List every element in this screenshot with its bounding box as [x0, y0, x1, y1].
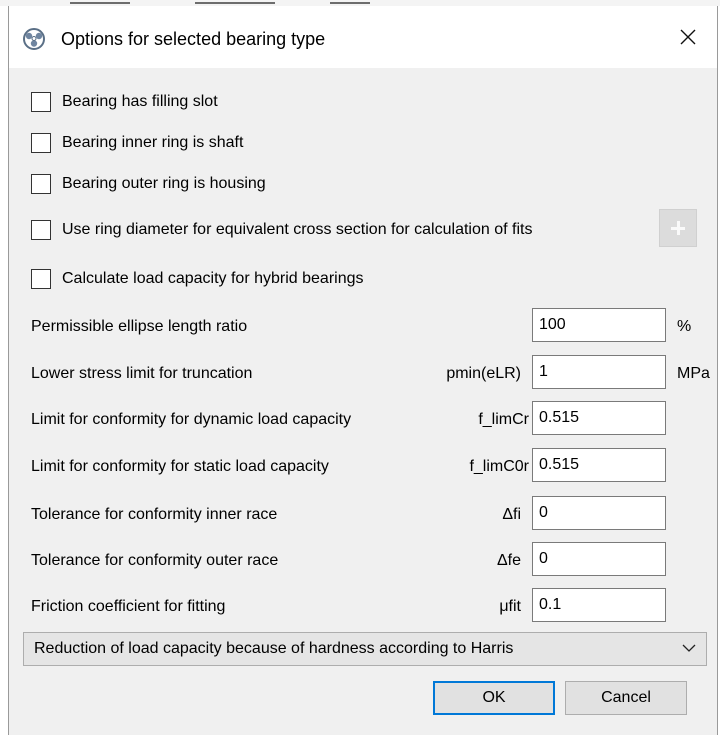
checkbox-label: Use ring diameter for equivalent cross s… — [62, 221, 533, 238]
conformity-static-input[interactable]: 0.515 — [532, 448, 666, 482]
conformity-dynamic-input[interactable]: 0.515 — [532, 401, 666, 435]
friction-input[interactable]: 0.1 — [532, 588, 666, 622]
checkbox-outer-ring-housing[interactable]: Bearing outer ring is housing — [31, 174, 266, 194]
background-decoration — [330, 2, 370, 4]
symbol-delta-fi: Δfi — [502, 506, 521, 523]
symbol-f-limc0r: f_limC0r — [469, 458, 529, 475]
symbol-mu-fit: μfit — [499, 598, 521, 615]
background-decoration — [70, 2, 130, 4]
cancel-button[interactable]: Cancel — [565, 681, 687, 715]
checkbox-label: Bearing outer ring is housing — [62, 175, 266, 192]
checkbox-label: Bearing inner ring is shaft — [62, 134, 244, 151]
symbol-f-limcr: f_limCr — [478, 411, 529, 428]
dropdown-selected-value: Reduction of load capacity because of ha… — [34, 640, 514, 657]
symbol-pmin: pmin(eLR) — [446, 365, 521, 382]
tolerance-outer-input[interactable]: 0 — [532, 542, 666, 576]
background-decoration — [195, 2, 275, 4]
ok-button[interactable]: OK — [433, 681, 555, 715]
param-label-tolerance-inner: Tolerance for conformity inner race — [31, 506, 278, 523]
add-button[interactable] — [659, 209, 697, 247]
dialog-title: Options for selected bearing type — [61, 29, 326, 49]
options-dialog: Options for selected bearing type Bearin… — [8, 6, 718, 735]
close-button[interactable] — [659, 6, 717, 68]
close-icon — [680, 29, 696, 45]
checkbox-filling-slot[interactable]: Bearing has filling slot — [31, 92, 218, 112]
checkbox-label: Bearing has filling slot — [62, 93, 218, 110]
symbol-delta-fe: Δfe — [496, 552, 521, 569]
checkbox-inner-ring-shaft[interactable]: Bearing inner ring is shaft — [31, 133, 243, 153]
checkbox-box[interactable] — [31, 92, 51, 112]
chevron-down-icon — [682, 644, 696, 652]
hardness-reduction-dropdown[interactable]: Reduction of load capacity because of ha… — [23, 632, 707, 666]
checkbox-box[interactable] — [31, 220, 51, 240]
param-label-stress-limit: Lower stress limit for truncation — [31, 365, 253, 382]
checkbox-box[interactable] — [31, 269, 51, 289]
checkbox-ring-diameter-fits[interactable]: Use ring diameter for equivalent cross s… — [31, 220, 532, 240]
ellipse-ratio-input[interactable]: 100 — [532, 308, 666, 342]
tolerance-inner-input[interactable]: 0 — [532, 496, 666, 530]
checkbox-box[interactable] — [31, 174, 51, 194]
param-label-ellipse-ratio: Permissible ellipse length ratio — [31, 318, 248, 335]
unit-percent: % — [677, 318, 692, 335]
checkbox-hybrid-bearings[interactable]: Calculate load capacity for hybrid beari… — [31, 269, 364, 289]
param-label-conformity-dynamic: Limit for conformity for dynamic load ca… — [31, 411, 352, 428]
param-label-conformity-static: Limit for conformity for static load cap… — [31, 458, 329, 475]
unit-mpa: MPa — [677, 365, 710, 382]
title-bar[interactable]: Options for selected bearing type — [9, 6, 717, 68]
checkbox-label: Calculate load capacity for hybrid beari… — [62, 270, 364, 287]
bearing-app-icon — [23, 28, 45, 50]
param-label-tolerance-outer: Tolerance for conformity outer race — [31, 552, 279, 569]
param-label-friction: Friction coefficient for fitting — [31, 598, 226, 615]
stress-limit-input[interactable]: 1 — [532, 355, 666, 389]
checkbox-box[interactable] — [31, 133, 51, 153]
